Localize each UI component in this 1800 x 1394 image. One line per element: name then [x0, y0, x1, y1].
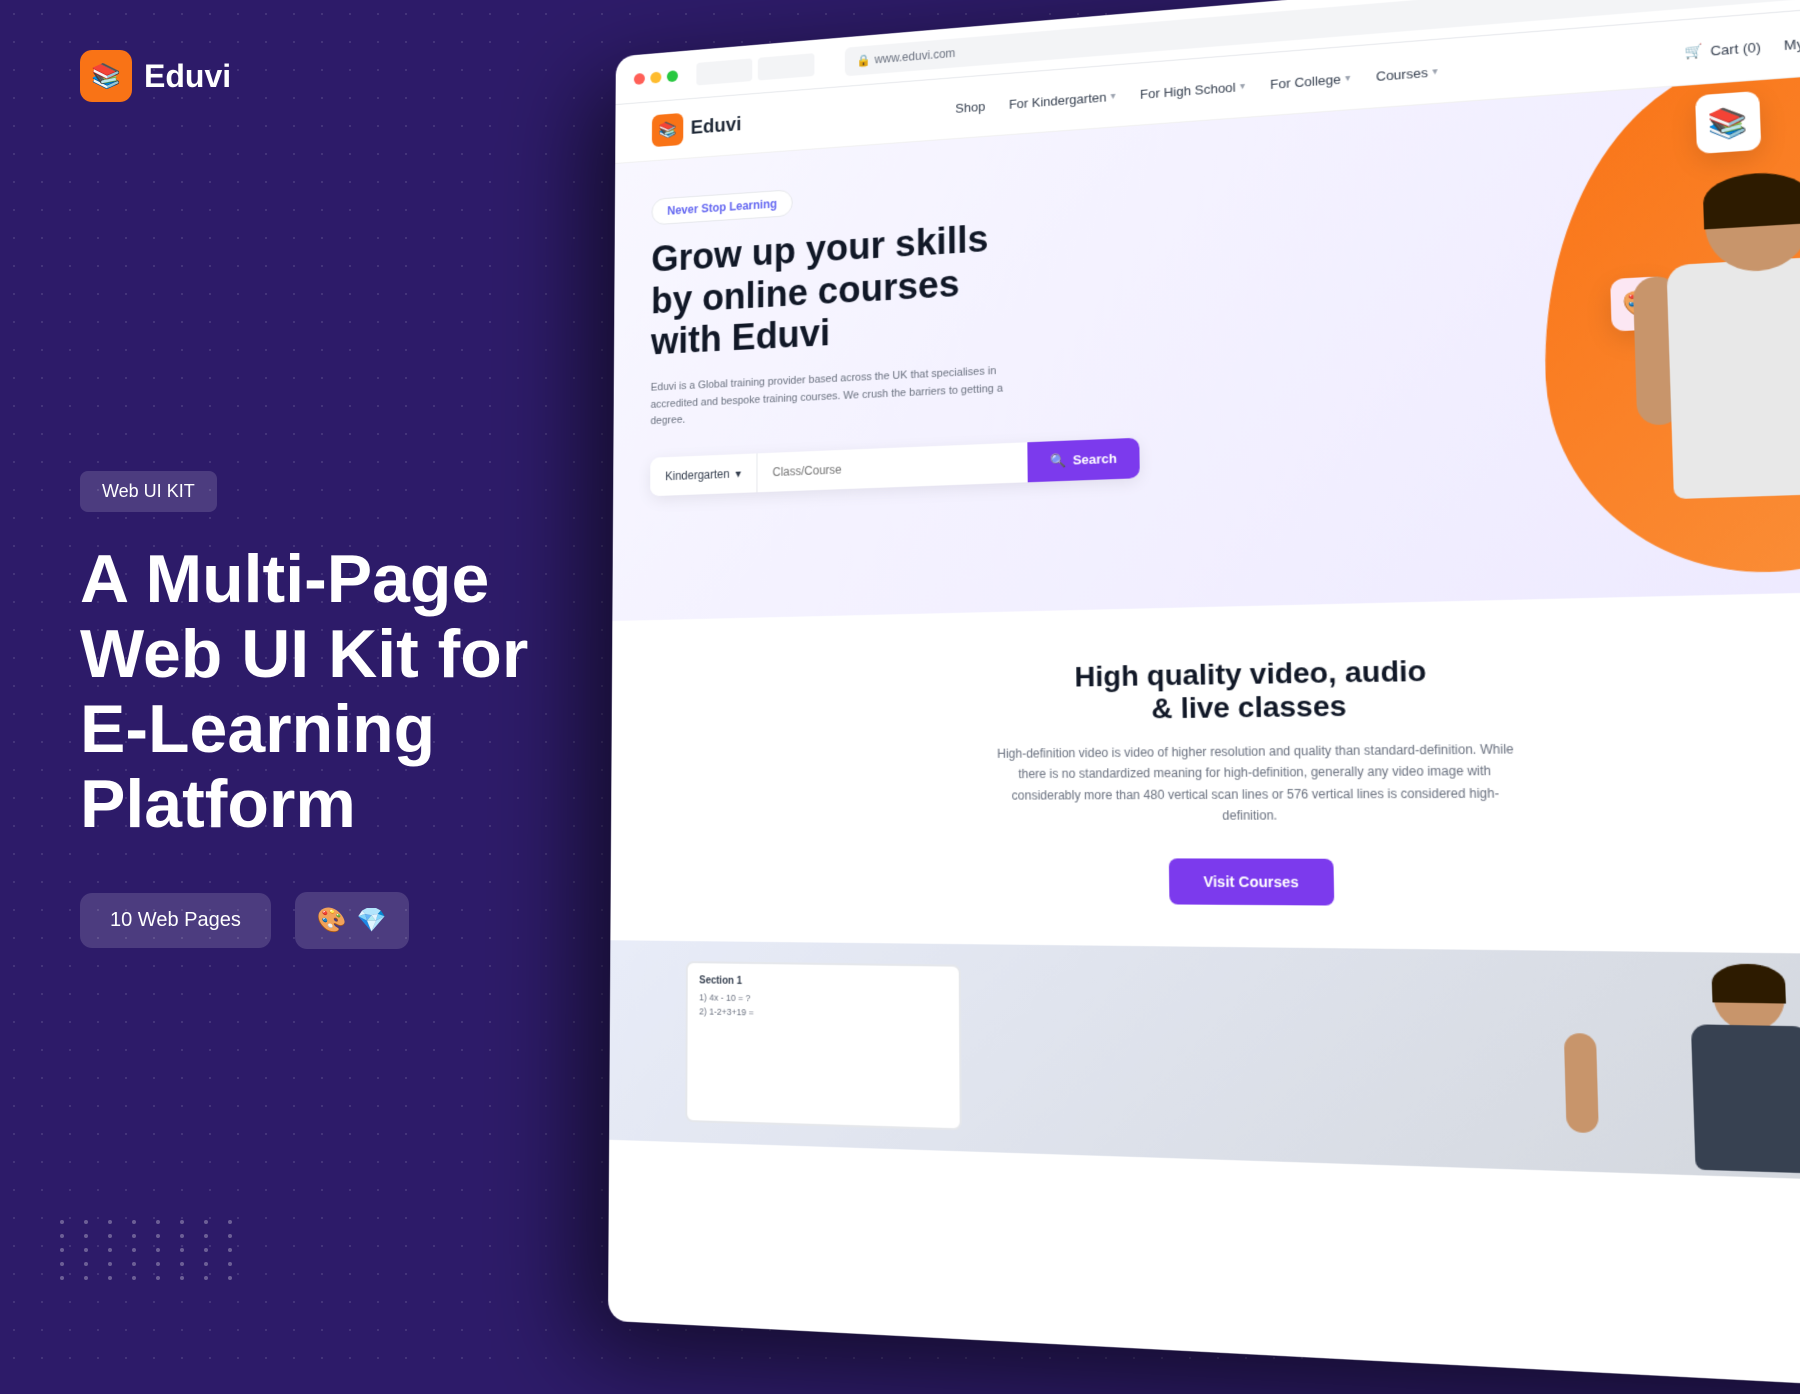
chevron-down-icon: ▾ — [1240, 80, 1245, 91]
browser-traffic-lights — [634, 70, 678, 85]
logo-text: Eduvi — [144, 58, 231, 95]
site-nav-links: Shop For Kindergarten ▾ For High School … — [955, 64, 1437, 116]
logo-icon: 📚 — [80, 50, 132, 102]
site-content: 📚 Eduvi Shop For Kindergarten ▾ For High… — [608, 0, 1800, 1394]
logo-emoji: 📚 — [91, 62, 121, 91]
sketch-icon: 💎 — [357, 906, 387, 935]
quality-description: High-definition video is video of higher… — [989, 738, 1524, 826]
book-icon: 📚 — [1707, 104, 1748, 141]
equation-line1: 1) 4x - 10 = ? — [699, 992, 947, 1006]
site-logo-text: Eduvi — [691, 114, 742, 140]
nav-high-school[interactable]: For High School ▾ — [1140, 78, 1245, 101]
browser-close-dot — [634, 72, 645, 84]
browser-mockup: 🔒 www.eduvi.com 📚 Eduvi Shop For Kinderg… — [608, 0, 1800, 1394]
browser-maximize-dot — [667, 70, 678, 82]
left-panel: 📚 Eduvi Web UI KIT A Multi-Page Web UI K… — [0, 0, 630, 1360]
section-label: Section 1 — [699, 975, 947, 990]
nav-shop[interactable]: Shop — [955, 99, 985, 116]
chevron-down-icon: ▾ — [1110, 90, 1115, 101]
chevron-down-icon: ▾ — [735, 467, 741, 481]
quality-title: High quality video, audio& live classes — [649, 645, 1800, 731]
search-input[interactable] — [757, 442, 1028, 492]
account-button[interactable]: My Account 👤 — [1783, 21, 1800, 60]
headline-line4: Platform — [80, 766, 356, 842]
figma-icon: 🎨 — [317, 906, 347, 935]
float-book-card: 📚 — [1695, 91, 1761, 154]
hero-search-bar: Kindergarten ▾ 🔍 Search — [650, 438, 1140, 497]
hero-image-area: 📚 💡 🎨 🏆 — [1493, 66, 1800, 621]
whiteboard: Section 1 1) 4x - 10 = ? 2) 1-2+3+19 = — [685, 961, 961, 1130]
site-nav-actions: 🛒 Cart (0) My Account 👤 — [1685, 21, 1800, 67]
search-button[interactable]: 🔍 Search — [1028, 438, 1140, 483]
dot-grid-bottom-left — [60, 1220, 242, 1280]
cart-icon: 🛒 — [1685, 43, 1704, 61]
equation-line2: 2) 1-2+3+19 = — [699, 1006, 947, 1021]
nav-college[interactable]: For College ▾ — [1270, 70, 1351, 91]
teacher-section: Section 1 1) 4x - 10 = ? 2) 1-2+3+19 = — [609, 940, 1800, 1185]
quality-section: High quality video, audio& live classes … — [610, 589, 1800, 955]
brand-logo: 📚 Eduvi — [80, 50, 231, 102]
search-icon: 🔍 — [1050, 453, 1067, 470]
chevron-down-icon: ▾ — [1432, 66, 1438, 78]
main-headline: A Multi-Page Web UI Kit for E-Learning P… — [80, 542, 550, 841]
nav-kindergarten[interactable]: For Kindergarten ▾ — [1009, 88, 1116, 111]
bottom-badges: 10 Web Pages 🎨 💎 — [80, 892, 550, 949]
hero-headline: Grow up your skillsby online courseswith… — [651, 213, 1077, 365]
headline-line3: E-Learning — [80, 691, 435, 767]
hero-subtext: Eduvi is a Global training provider base… — [650, 362, 1017, 431]
nav-courses[interactable]: Courses ▾ — [1376, 64, 1438, 84]
tool-icons-badge: 🎨 💎 — [295, 892, 409, 949]
hero-badge: Never Stop Learning — [651, 189, 793, 225]
cart-button[interactable]: 🛒 Cart (0) — [1685, 38, 1761, 60]
teacher-figure — [1630, 951, 1800, 1181]
visit-courses-button[interactable]: Visit Courses — [1169, 858, 1334, 905]
headline-line1: A Multi-Page — [80, 541, 489, 617]
site-logo: 📚 Eduvi — [652, 108, 741, 147]
headline-line2: Web UI Kit for — [80, 616, 528, 692]
web-ui-kit-badge: Web UI KIT — [80, 471, 217, 512]
site-logo-icon: 📚 — [652, 113, 683, 147]
chevron-down-icon: ▾ — [1345, 72, 1351, 83]
browser-minimize-dot — [650, 71, 661, 83]
category-select[interactable]: Kindergarten ▾ — [650, 453, 757, 496]
pages-badge: 10 Web Pages — [80, 893, 271, 948]
